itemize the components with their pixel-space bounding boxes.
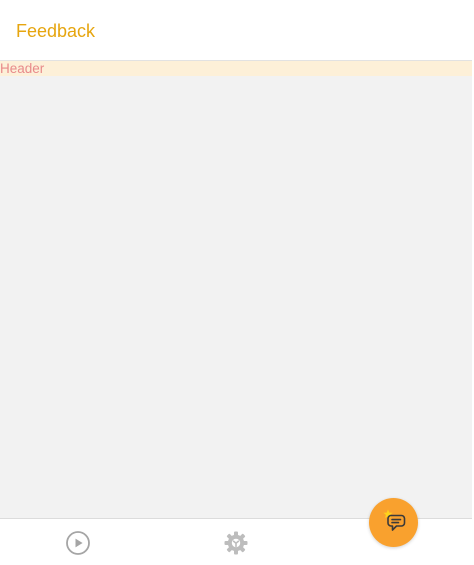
header-label: Header xyxy=(0,61,45,76)
tab-settings[interactable] xyxy=(158,519,314,565)
page-title: Feedback xyxy=(16,21,96,41)
feedback-chat-star-icon xyxy=(379,505,409,540)
top-bar: Feedback xyxy=(0,0,472,61)
app-screen: Feedback Header xyxy=(0,0,474,565)
gear-icon xyxy=(223,530,249,556)
tab-play[interactable] xyxy=(0,519,156,565)
header-strip xyxy=(0,61,472,76)
content-area: Header xyxy=(0,61,472,518)
feedback-fab-button[interactable] xyxy=(369,498,418,547)
play-circle-icon xyxy=(65,530,91,556)
